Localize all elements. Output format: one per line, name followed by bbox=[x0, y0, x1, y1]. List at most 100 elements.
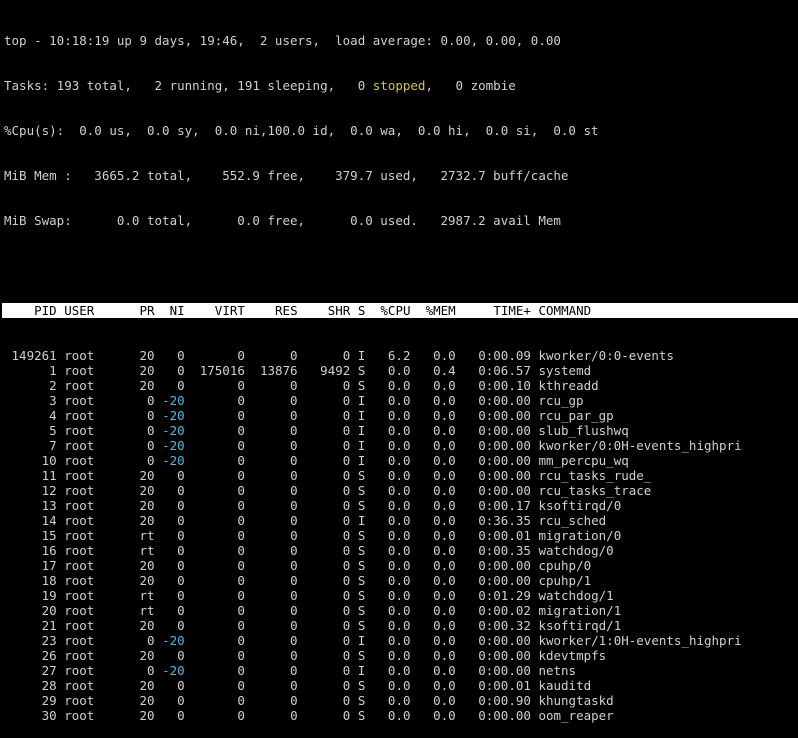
process-state: S bbox=[357, 468, 366, 483]
process-state: I bbox=[357, 513, 366, 528]
process-virt: 0 bbox=[237, 378, 245, 393]
process-row[interactable]: 15 root rt 0 0 0 0 S 0.0 0.0 0:00.01 mig… bbox=[4, 528, 798, 543]
process-time: 0:36.35 bbox=[478, 513, 531, 528]
process-virt: 0 bbox=[237, 513, 245, 528]
process-row[interactable]: 12 root 20 0 0 0 0 S 0.0 0.0 0:00.00 rcu… bbox=[4, 483, 798, 498]
process-nice: 0 bbox=[177, 648, 185, 663]
process-row[interactable]: 1 root 20 0 175016 13876 9492 S 0.0 0.4 … bbox=[4, 363, 798, 378]
process-command: kthreadd bbox=[538, 378, 599, 393]
process-shr: 0 bbox=[342, 663, 351, 678]
process-cpu: 0.0 bbox=[387, 618, 411, 633]
process-user: root bbox=[64, 483, 95, 498]
process-user: root bbox=[64, 633, 95, 648]
process-priority: 20 bbox=[139, 573, 155, 588]
process-time: 0:00.01 bbox=[478, 528, 531, 543]
process-mem: 0.0 bbox=[433, 483, 456, 498]
process-pid: 7 bbox=[49, 438, 57, 453]
process-command: cpuhp/0 bbox=[538, 558, 592, 573]
process-cpu: 0.0 bbox=[387, 363, 411, 378]
process-priority: 0 bbox=[147, 393, 155, 408]
process-nice: 0 bbox=[177, 363, 185, 378]
process-row[interactable]: 18 root 20 0 0 0 0 S 0.0 0.0 0:00.00 cpu… bbox=[4, 573, 798, 588]
process-row[interactable]: 30 root 20 0 0 0 0 S 0.0 0.0 0:00.00 oom… bbox=[4, 708, 798, 723]
process-row[interactable]: 29 root 20 0 0 0 0 S 0.0 0.0 0:00.90 khu… bbox=[4, 693, 798, 708]
process-command: rcu_tasks_rude_ bbox=[538, 468, 652, 483]
process-state: S bbox=[357, 528, 366, 543]
process-priority: 20 bbox=[139, 678, 155, 693]
process-nice: 0 bbox=[177, 513, 185, 528]
process-row[interactable]: 3 root 0 -20 0 0 0 I 0.0 0.0 0:00.00 rcu… bbox=[4, 393, 798, 408]
process-command: oom_reaper bbox=[538, 708, 614, 723]
process-row[interactable]: 26 root 20 0 0 0 0 S 0.0 0.0 0:00.00 kde… bbox=[4, 648, 798, 663]
process-virt: 0 bbox=[237, 528, 245, 543]
process-row[interactable]: 149261 root 20 0 0 0 0 I 6.2 0.0 0:00.09… bbox=[4, 348, 798, 363]
process-nice: -20 bbox=[162, 633, 185, 648]
process-res: 0 bbox=[290, 468, 298, 483]
process-time: 0:00.00 bbox=[478, 633, 531, 648]
process-mem: 0.0 bbox=[433, 513, 456, 528]
process-user: root bbox=[64, 393, 95, 408]
process-mem: 0.0 bbox=[433, 588, 456, 603]
process-shr: 0 bbox=[342, 513, 351, 528]
process-user: root bbox=[64, 363, 95, 378]
process-row[interactable]: 5 root 0 -20 0 0 0 I 0.0 0.0 0:00.00 slu… bbox=[4, 423, 798, 438]
process-res: 0 bbox=[290, 558, 298, 573]
process-command: cpuhp/1 bbox=[538, 573, 592, 588]
process-row[interactable]: 19 root rt 0 0 0 0 S 0.0 0.0 0:01.29 wat… bbox=[4, 588, 798, 603]
process-row[interactable]: 21 root 20 0 0 0 0 S 0.0 0.0 0:00.32 kso… bbox=[4, 618, 798, 633]
process-row[interactable]: 28 root 20 0 0 0 0 S 0.0 0.0 0:00.01 kau… bbox=[4, 678, 798, 693]
process-priority: 20 bbox=[139, 378, 155, 393]
process-nice: 0 bbox=[177, 348, 185, 363]
process-mem: 0.0 bbox=[433, 648, 456, 663]
col-header-virt: VIRT bbox=[214, 303, 245, 318]
process-command: kdevtmpfs bbox=[538, 648, 607, 663]
process-virt: 0 bbox=[237, 618, 245, 633]
process-row[interactable]: 7 root 0 -20 0 0 0 I 0.0 0.0 0:00.00 kwo… bbox=[4, 438, 798, 453]
col-header-mem: %MEM bbox=[425, 303, 456, 318]
process-mem: 0.0 bbox=[433, 633, 456, 648]
col-header-pid: PID bbox=[34, 303, 57, 318]
process-row[interactable]: 14 root 20 0 0 0 0 I 0.0 0.0 0:36.35 rcu… bbox=[4, 513, 798, 528]
process-user: root bbox=[64, 558, 95, 573]
col-header-time: TIME+ bbox=[493, 303, 531, 318]
process-cpu: 0.0 bbox=[387, 573, 411, 588]
process-priority: 20 bbox=[139, 693, 155, 708]
process-time: 0:00.00 bbox=[478, 393, 531, 408]
col-header-priority: PR bbox=[139, 303, 155, 318]
process-row[interactable]: 16 root rt 0 0 0 0 S 0.0 0.0 0:00.35 wat… bbox=[4, 543, 798, 558]
process-row[interactable]: 13 root 20 0 0 0 0 S 0.0 0.0 0:00.17 kso… bbox=[4, 498, 798, 513]
process-virt: 0 bbox=[237, 588, 245, 603]
process-virt: 0 bbox=[237, 483, 245, 498]
process-time: 0:01.29 bbox=[478, 588, 531, 603]
process-priority: 20 bbox=[139, 483, 155, 498]
process-row[interactable]: 27 root 0 -20 0 0 0 I 0.0 0.0 0:00.00 ne… bbox=[4, 663, 798, 678]
process-row[interactable]: 20 root rt 0 0 0 0 S 0.0 0.0 0:00.02 mig… bbox=[4, 603, 798, 618]
process-list[interactable]: 149261 root 20 0 0 0 0 I 6.2 0.0 0:00.09… bbox=[4, 348, 798, 723]
process-state: S bbox=[357, 588, 366, 603]
process-virt: 0 bbox=[237, 558, 245, 573]
process-row[interactable]: 4 root 0 -20 0 0 0 I 0.0 0.0 0:00.00 rcu… bbox=[4, 408, 798, 423]
process-nice: -20 bbox=[162, 423, 185, 438]
process-cpu: 0.0 bbox=[387, 633, 411, 648]
process-row[interactable]: 11 root 20 0 0 0 0 S 0.0 0.0 0:00.00 rcu… bbox=[4, 468, 798, 483]
process-cpu: 0.0 bbox=[387, 678, 411, 693]
process-pid: 149261 bbox=[11, 348, 57, 363]
process-cpu: 0.0 bbox=[387, 693, 411, 708]
process-cpu: 0.0 bbox=[387, 423, 411, 438]
process-row[interactable]: 2 root 20 0 0 0 0 S 0.0 0.0 0:00.10 kthr… bbox=[4, 378, 798, 393]
process-pid: 18 bbox=[41, 573, 57, 588]
col-header-command: COMMAND bbox=[538, 303, 592, 318]
process-row[interactable]: 23 root 0 -20 0 0 0 I 0.0 0.0 0:00.00 kw… bbox=[4, 633, 798, 648]
tasks-stopped-label: stopped bbox=[372, 78, 426, 93]
process-row[interactable]: 17 root 20 0 0 0 0 S 0.0 0.0 0:00.00 cpu… bbox=[4, 558, 798, 573]
top-terminal[interactable]: top - 10:18:19 up 9 days, 19:46, 2 users… bbox=[2, 3, 798, 738]
process-pid: 29 bbox=[41, 693, 57, 708]
process-virt: 0 bbox=[237, 393, 245, 408]
process-user: root bbox=[64, 468, 95, 483]
process-virt: 0 bbox=[237, 693, 245, 708]
process-virt: 0 bbox=[237, 408, 245, 423]
process-priority: 20 bbox=[139, 468, 155, 483]
process-row[interactable]: 10 root 0 -20 0 0 0 I 0.0 0.0 0:00.00 mm… bbox=[4, 453, 798, 468]
process-res: 0 bbox=[290, 393, 298, 408]
process-state: S bbox=[357, 603, 366, 618]
